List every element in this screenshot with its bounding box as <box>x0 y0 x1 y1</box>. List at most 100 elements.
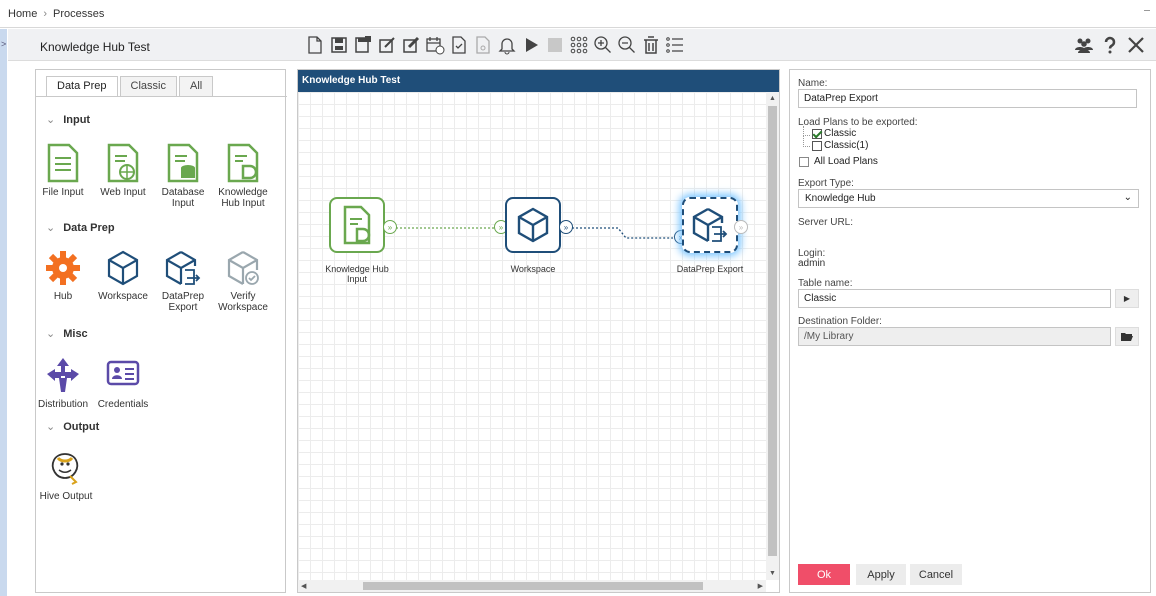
close-icon[interactable] <box>1126 35 1146 55</box>
stop-icon[interactable] <box>545 35 565 55</box>
destination-folder-input[interactable] <box>798 327 1111 346</box>
collapse-caret-icon[interactable]: ⌄ <box>46 222 55 234</box>
list-icon[interactable] <box>665 35 685 55</box>
database-input-icon <box>167 143 199 183</box>
run-icon[interactable] <box>521 35 541 55</box>
help-icon[interactable] <box>1100 35 1120 55</box>
collapse-caret-icon[interactable]: ⌄ <box>46 328 55 340</box>
node-knowledge-hub-input[interactable] <box>329 197 385 253</box>
node-label: Workspace <box>510 264 556 274</box>
save-as-icon[interactable] <box>353 35 373 55</box>
edit-properties-icon[interactable] <box>401 35 421 55</box>
tab-classic[interactable]: Classic <box>119 76 177 96</box>
collapse-caret-icon[interactable]: ⌄ <box>46 114 55 126</box>
distribution-arrows-icon <box>47 358 79 392</box>
apply-button[interactable]: Apply <box>856 564 906 585</box>
tree-connector <box>803 126 810 136</box>
process-canvas[interactable]: Knowledge Hub Test » Knowledge Hub Input… <box>297 69 780 593</box>
palette-item-dataprep-export[interactable]: DataPrep Export <box>153 248 213 313</box>
dataprep-export-icon <box>165 251 201 285</box>
validate-icon[interactable] <box>449 35 469 55</box>
minimize-icon[interactable] <box>1144 10 1150 11</box>
section-input[interactable]: ⌄ Input <box>46 113 90 126</box>
section-data-prep[interactable]: ⌄ Data Prep <box>46 221 115 234</box>
top-bar: Home › Processes <box>0 0 1156 28</box>
users-icon[interactable] <box>1074 35 1094 55</box>
toolbar <box>305 35 685 57</box>
section-input-title: Input <box>63 114 91 126</box>
tab-data-prep[interactable]: Data Prep <box>46 76 118 96</box>
export-icon[interactable] <box>473 35 493 55</box>
load-plan-label: Classic(1) <box>824 140 869 151</box>
workspace-label: Workspace <box>98 291 148 302</box>
connector-line <box>572 227 673 239</box>
all-load-plans-label: All Load Plans <box>814 156 878 167</box>
table-name-label: Table name: <box>798 278 853 289</box>
breadcrumb-separator: › <box>43 8 48 20</box>
scroll-up-arrow-icon[interactable]: ▲ <box>769 95 776 102</box>
tab-all[interactable]: All <box>178 76 214 96</box>
collapsed-sidebar[interactable]: > <box>0 29 7 596</box>
component-palette: Data Prep Classic All ⌄ Input File Input … <box>33 69 287 593</box>
export-type-select[interactable]: Knowledge Hub ⌄ <box>798 189 1139 208</box>
zoom-out-icon[interactable] <box>617 35 637 55</box>
expand-chevron-icon[interactable]: > <box>1 39 6 49</box>
palette-item-knowledge-hub-input[interactable]: Knowledge Hub Input <box>213 142 273 209</box>
section-output-title: Output <box>63 421 100 433</box>
knowledge-hub-input-icon <box>227 143 259 183</box>
palette-item-credentials[interactable]: Credentials <box>93 356 153 410</box>
delete-icon[interactable] <box>641 35 661 55</box>
cancel-button[interactable]: Cancel <box>910 564 962 585</box>
save-icon[interactable] <box>329 35 349 55</box>
canvas-vertical-scrollbar[interactable]: ▲ ▼ <box>766 92 779 580</box>
collapse-caret-icon[interactable]: ⌄ <box>46 421 55 433</box>
zoom-in-icon[interactable] <box>593 35 613 55</box>
output-port-icon[interactable]: » <box>734 220 748 234</box>
tree-connector <box>803 136 810 147</box>
checkbox-unchecked-icon[interactable] <box>799 156 809 167</box>
load-plan-classic[interactable]: Classic <box>812 128 856 139</box>
node-workspace[interactable] <box>505 197 561 253</box>
new-icon[interactable] <box>305 35 325 55</box>
schedule-icon[interactable] <box>425 35 445 55</box>
section-misc[interactable]: ⌄ Misc <box>46 327 88 340</box>
folder-open-icon[interactable] <box>1115 327 1139 346</box>
ok-button[interactable]: Ok <box>798 564 850 585</box>
scrollbar-thumb[interactable] <box>363 582 703 590</box>
name-input[interactable] <box>798 89 1137 108</box>
scrollbar-thumb[interactable] <box>768 106 777 556</box>
palette-item-file-input[interactable]: File Input <box>33 142 93 198</box>
checkbox-checked-icon[interactable] <box>812 128 822 139</box>
verify-workspace-label: Verify Workspace <box>218 291 268 313</box>
palette-item-verify-workspace[interactable]: Verify Workspace <box>213 248 273 313</box>
grid-icon[interactable] <box>569 35 589 55</box>
palette-item-web-input[interactable]: Web Input <box>93 142 153 198</box>
notification-bell-icon[interactable] <box>497 35 517 55</box>
breadcrumb-home[interactable]: Home <box>8 8 37 20</box>
canvas-title: Knowledge Hub Test <box>298 70 779 92</box>
chevron-down-icon: ⌄ <box>1123 192 1132 203</box>
palette-item-database-input[interactable]: Database Input <box>153 142 213 209</box>
output-port-icon[interactable]: » <box>383 220 397 234</box>
credentials-label: Credentials <box>97 399 149 410</box>
canvas-horizontal-scrollbar[interactable]: ◀ ▶ <box>298 580 766 592</box>
section-misc-title: Misc <box>63 328 88 340</box>
destination-folder-label: Destination Folder: <box>798 316 882 327</box>
checkbox-unchecked-icon[interactable] <box>812 140 822 151</box>
play-arrow-icon[interactable]: ▶ <box>1115 289 1139 308</box>
edit-icon[interactable] <box>377 35 397 55</box>
section-output[interactable]: ⌄ Output <box>46 420 99 433</box>
workspace-cube-icon <box>107 250 139 286</box>
palette-item-distribution[interactable]: Distribution <box>33 356 93 410</box>
node-dataprep-export[interactable] <box>682 197 738 253</box>
scroll-right-arrow-icon[interactable]: ▶ <box>758 582 763 590</box>
scroll-left-arrow-icon[interactable]: ◀ <box>301 582 306 590</box>
scroll-down-arrow-icon[interactable]: ▼ <box>769 570 776 577</box>
palette-item-hub[interactable]: Hub <box>33 248 93 302</box>
palette-item-hive-output[interactable]: Hive Output <box>36 448 96 502</box>
all-load-plans[interactable]: All Load Plans <box>799 156 878 167</box>
output-port-icon[interactable]: » <box>559 220 573 234</box>
load-plan-classic-1[interactable]: Classic(1) <box>812 140 868 151</box>
palette-item-workspace[interactable]: Workspace <box>93 248 153 302</box>
table-name-input[interactable] <box>798 289 1111 308</box>
